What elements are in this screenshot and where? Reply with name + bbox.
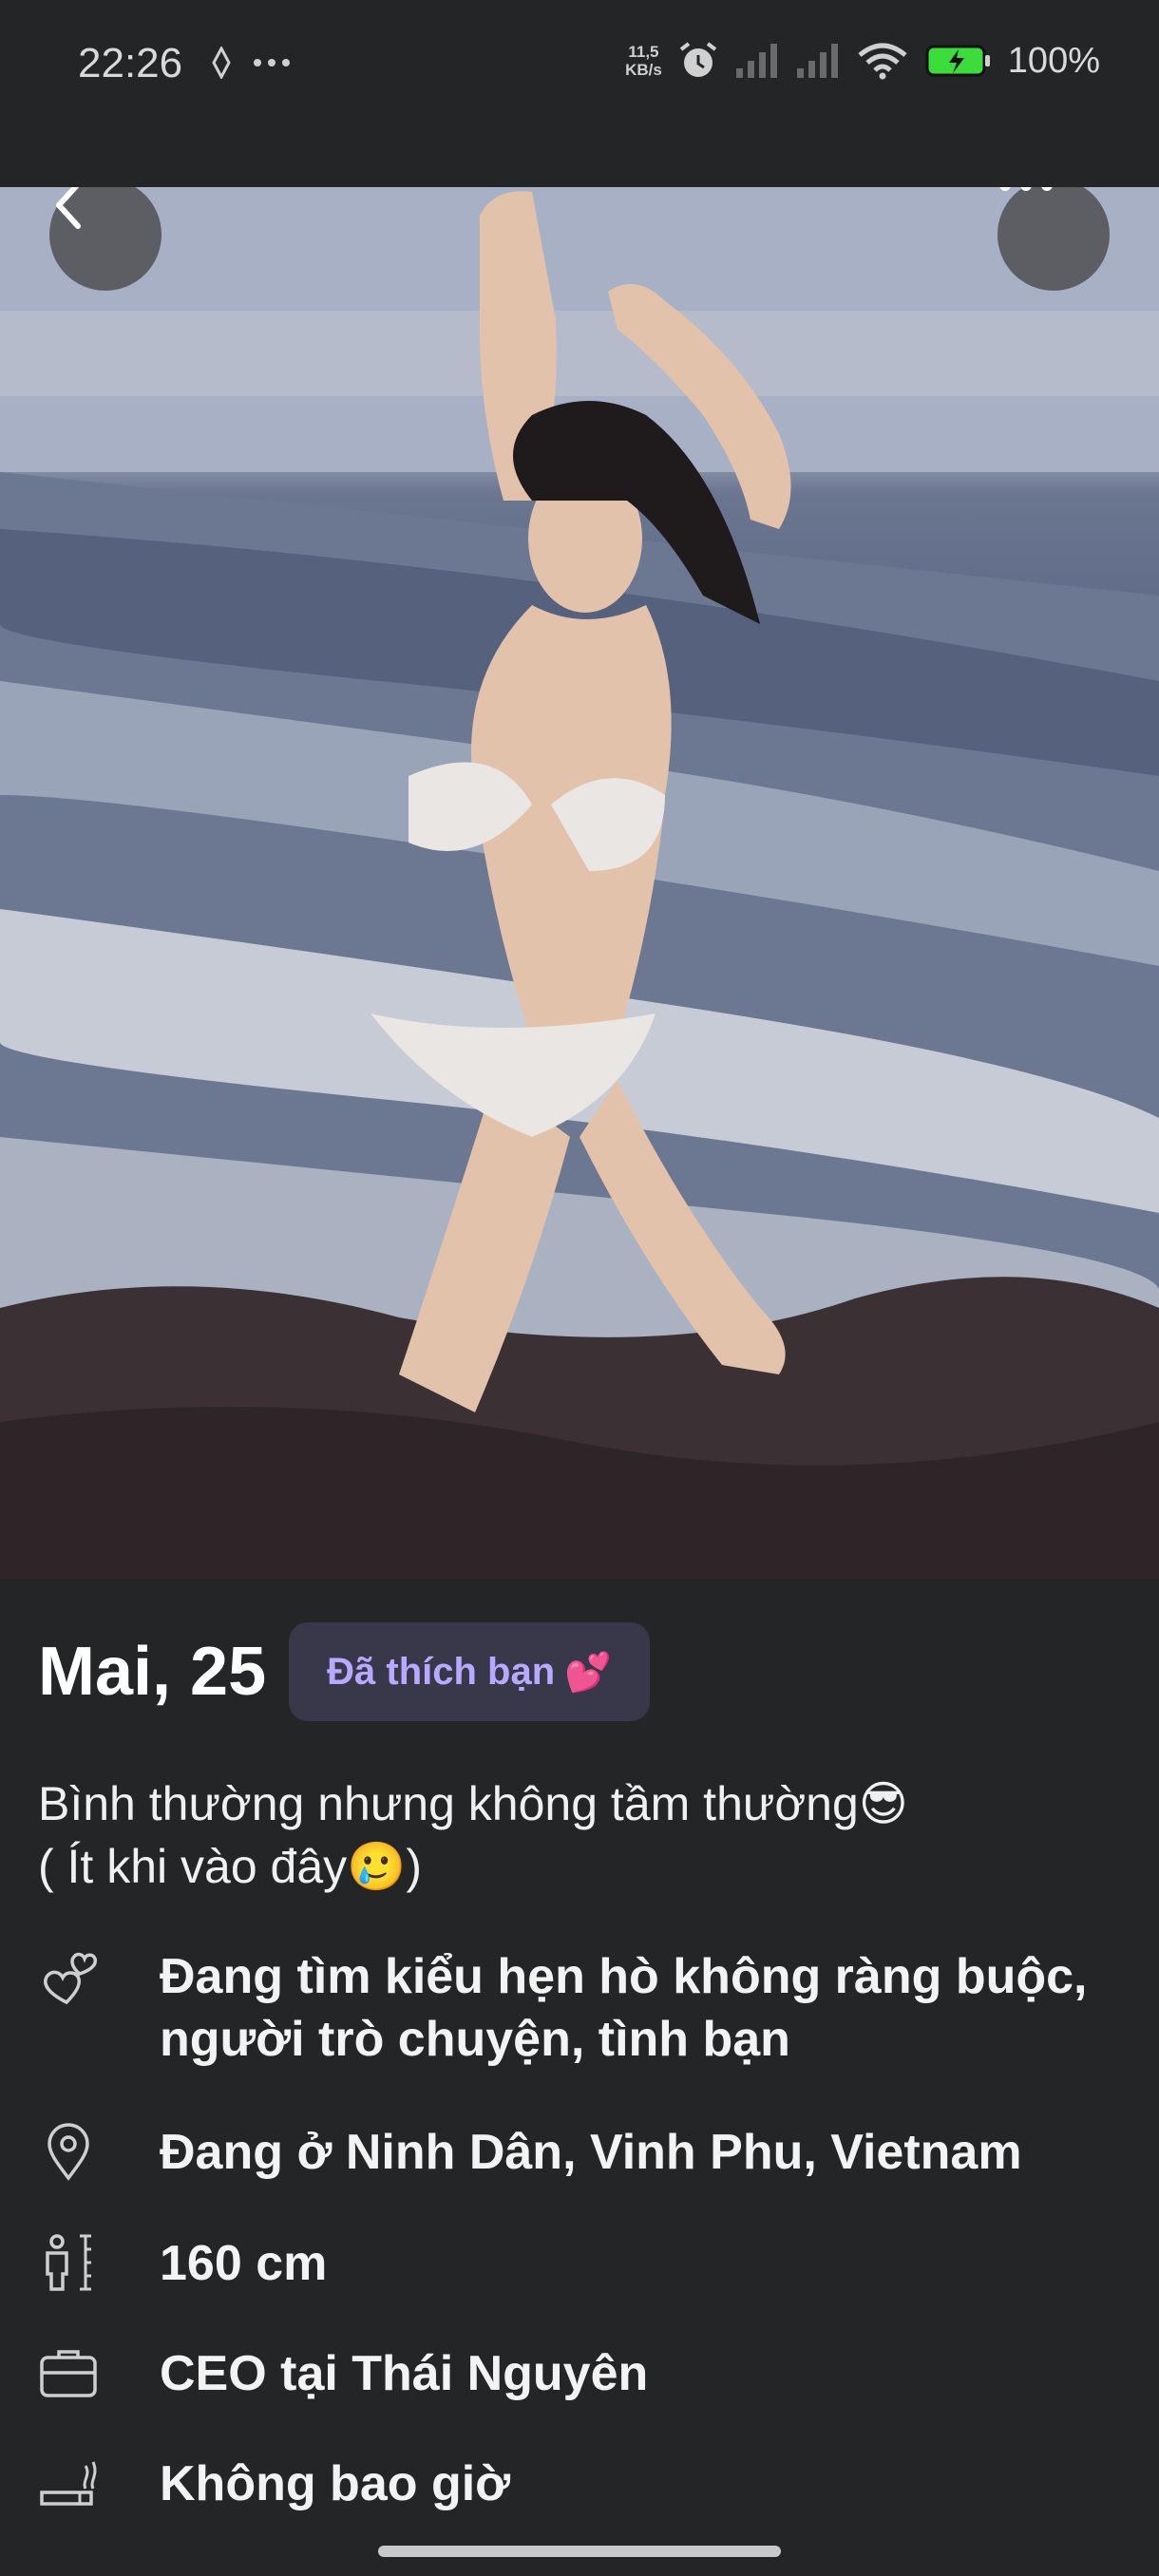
info-row-looking-for: Đang tìm kiểu hẹn hò không ràng buộc, ng… [38,1945,1148,2071]
liked-you-badge: Đã thích bạn 💕 [289,1622,650,1721]
bio: Bình thường nhưng không tầm thường😎 ( Ít… [38,1772,1121,1898]
speed-unit: KB/s [625,61,662,79]
bio-line-2: ( Ít khi vào đây🥲) [38,1840,423,1893]
profile-photo[interactable] [0,187,1159,1579]
hearts-outline-icon [44,1952,98,2005]
speed-value: 11,5 [628,43,659,61]
signal-icon [735,44,777,78]
more-horizontal-icon [999,187,1053,191]
network-speed: 11,5 KB/s [625,43,662,79]
info-row-height: 160 cm [38,2232,1148,2295]
job-text: CEO tại Thái Nguyên [160,2346,649,2401]
briefcase-icon [40,2350,97,2397]
info-row-location: Đang ở Ninh Dân, Vinh Phu, Vietnam [38,2121,1148,2184]
location-icon [212,47,231,79]
height-icon [46,2234,91,2291]
wifi-icon [858,43,907,80]
status-left-icons [211,44,291,82]
name-age: Mai, 25 [38,1634,267,1710]
info-row-job: CEO tại Thái Nguyên [38,2342,1148,2405]
smoking-icon [40,2461,97,2506]
alarm-icon [679,42,716,77]
battery-charging-icon [925,45,990,77]
smoking-text: Không bao giờ [160,2456,511,2511]
info-row-smoking: Không bao giờ [38,2453,1148,2515]
name-row: Mai, 25 Đã thích bạn 💕 [38,1622,650,1721]
bio-line-1: Bình thường nhưng không tầm thường😎 [38,1777,908,1830]
more-dots-icon [254,59,290,66]
home-indicator[interactable] [378,2546,781,2557]
status-right-icons: 11,5 KB/s 100% [625,38,1100,84]
liked-you-label: Đã thích bạn [327,1650,556,1693]
status-time: 22:26 [78,40,183,86]
location-pin-icon [48,2123,89,2181]
battery-percentage: 100% [1007,40,1100,81]
signal-icon [796,44,838,78]
looking-for-text: Đang tìm kiểu hẹn hò không ràng buộc, ng… [160,1949,1088,2067]
status-bar: 22:26 11,5 KB/s 100% [0,0,1159,138]
hearts-emoji: 💕 [564,1651,612,1694]
chevron-left-icon [56,187,81,229]
location-text: Đang ở Ninh Dân, Vinh Phu, Vietnam [160,2125,1022,2180]
height-text: 160 cm [160,2236,328,2291]
photo-illustration [0,187,1159,1579]
